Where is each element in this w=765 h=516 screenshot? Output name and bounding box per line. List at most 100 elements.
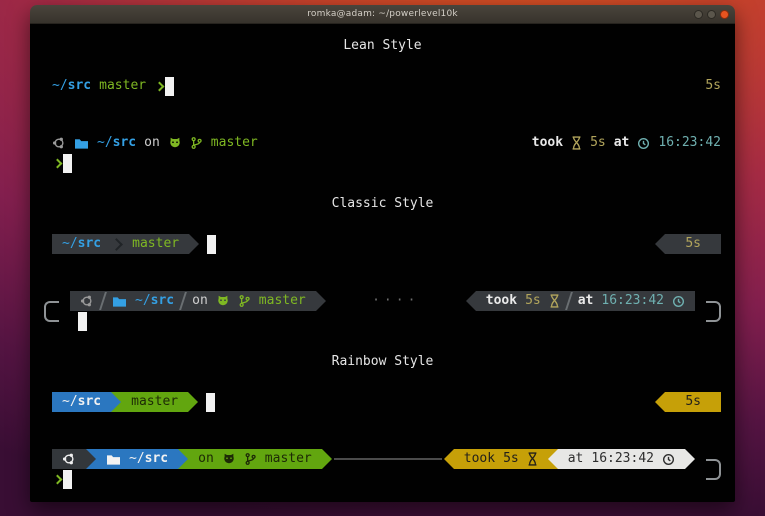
prompt-char-icon — [53, 474, 63, 484]
classic-status-segment: took 5s at 16:23:42 — [476, 291, 695, 311]
rainbow-two-line-top: ~/src on master — [52, 449, 695, 469]
folder-icon — [74, 137, 89, 150]
prompt-frame-right — [706, 301, 721, 322]
powerline-arrow-left — [444, 449, 454, 469]
current-directory: ~/src — [97, 133, 136, 153]
powerline-arrow-left — [548, 449, 558, 469]
rainbow-dir-segment: ~/src — [86, 449, 178, 469]
rainbow-duration-segment: 5s — [665, 392, 721, 412]
section-heading-lean: Lean Style — [44, 36, 721, 56]
github-octocat-icon — [216, 294, 230, 308]
hourglass-icon — [549, 294, 560, 308]
git-branch: master — [132, 234, 179, 254]
rainbow-branch-segment: master — [111, 392, 188, 412]
minimize-button[interactable] — [694, 10, 703, 19]
terminal-cursor — [206, 393, 215, 412]
clock-icon — [637, 137, 650, 150]
ubuntu-icon — [80, 294, 94, 308]
rainbow-dir-segment: ~/src — [52, 392, 111, 412]
window-title: romka@adam: ~/powerlevel10k — [307, 9, 458, 19]
powerline-arrow-left — [655, 392, 665, 412]
powerline-arrow-right — [188, 392, 198, 412]
clock-icon — [662, 453, 675, 466]
git-branch: master — [131, 392, 178, 412]
folder-icon — [112, 295, 127, 308]
prompt-char-icon — [155, 81, 165, 91]
on-label: on — [144, 133, 160, 153]
powerline-arrow-right — [178, 449, 188, 469]
folder-icon — [106, 453, 121, 466]
prompt-char-icon — [53, 158, 63, 168]
powerline-arrow-left — [655, 234, 665, 254]
lean-single-line-prompt: ~/src master 5s — [52, 76, 721, 96]
current-time: 16:23:42 — [601, 291, 664, 311]
ubuntu-icon — [52, 136, 66, 150]
rainbow-single-line-prompt: ~/src master 5s — [52, 392, 721, 412]
on-label: on — [198, 449, 214, 469]
powerline-arrow-left — [466, 291, 476, 311]
rainbow-branch-segment: on master — [178, 449, 322, 469]
classic-two-line-top: ~/src on master ·· — [70, 291, 695, 311]
git-branch-icon — [238, 294, 251, 308]
terminal-cursor — [63, 470, 72, 489]
classic-duration-segment: 5s — [665, 234, 721, 254]
desktop-background: romka@adam: ~/powerlevel10k Lean Style ~… — [0, 0, 765, 516]
current-directory: ~/src — [62, 234, 101, 254]
current-time: 16:23:42 — [591, 449, 654, 469]
chevron-separator — [110, 238, 123, 251]
powerline-arrow-right — [322, 449, 332, 469]
at-label: at — [568, 449, 584, 469]
maximize-button[interactable] — [707, 10, 716, 19]
took-label: took — [532, 133, 563, 153]
command-duration: 5s — [503, 449, 519, 469]
section-heading-classic: Classic Style — [44, 194, 721, 214]
terminal-window: romka@adam: ~/powerlevel10k Lean Style ~… — [30, 5, 735, 502]
command-duration: 5s — [685, 234, 701, 254]
terminal-cursor — [63, 154, 72, 173]
section-heading-rainbow: Rainbow Style — [44, 352, 721, 372]
github-octocat-icon — [222, 452, 236, 466]
at-label: at — [614, 133, 630, 153]
prompt-connector-line — [334, 458, 442, 460]
powerline-arrow-right — [685, 449, 695, 469]
slash-separator — [99, 292, 107, 310]
terminal-cursor — [165, 77, 174, 96]
command-duration: 5s — [705, 76, 721, 96]
rainbow-os-segment — [52, 449, 86, 469]
took-label: took — [464, 449, 495, 469]
current-directory: ~/src — [52, 76, 91, 96]
current-time: 16:23:42 — [658, 133, 721, 153]
prompt-frame-left — [44, 301, 59, 322]
command-duration: 5s — [525, 291, 541, 311]
slash-separator — [565, 292, 573, 310]
terminal-cursor — [78, 312, 87, 331]
window-controls — [694, 5, 729, 23]
classic-single-line-prompt: ~/src master 5s — [52, 234, 721, 254]
titlebar[interactable]: romka@adam: ~/powerlevel10k — [30, 5, 735, 24]
classic-context-segment: ~/src on master — [70, 291, 316, 311]
github-octocat-icon — [168, 136, 182, 150]
git-branch: master — [265, 449, 312, 469]
git-branch: master — [99, 76, 146, 96]
ubuntu-icon — [62, 452, 76, 466]
hourglass-icon — [571, 136, 582, 150]
hourglass-icon — [527, 452, 538, 466]
rainbow-two-line-bottom — [52, 469, 695, 489]
slash-separator — [179, 292, 187, 310]
gap-dots: ···· — [326, 291, 466, 311]
current-directory: ~/src — [135, 291, 174, 311]
current-directory: ~/src — [62, 392, 101, 412]
lean-two-line-prompt-top: ~/src on master took 5s at — [52, 133, 721, 153]
on-label: on — [192, 291, 208, 311]
at-label: at — [578, 291, 594, 311]
git-branch-icon — [190, 136, 203, 150]
powerline-arrow-right — [111, 392, 121, 412]
clock-icon — [672, 295, 685, 308]
close-button[interactable] — [720, 10, 729, 19]
powerline-arrow-right — [86, 449, 96, 469]
terminal-content[interactable]: Lean Style ~/src master 5s ~/src on — [30, 24, 735, 502]
classic-left-segment: ~/src master — [52, 234, 189, 254]
took-label: took — [486, 291, 517, 311]
terminal-cursor — [207, 235, 216, 254]
classic-two-line-bottom — [70, 311, 695, 331]
